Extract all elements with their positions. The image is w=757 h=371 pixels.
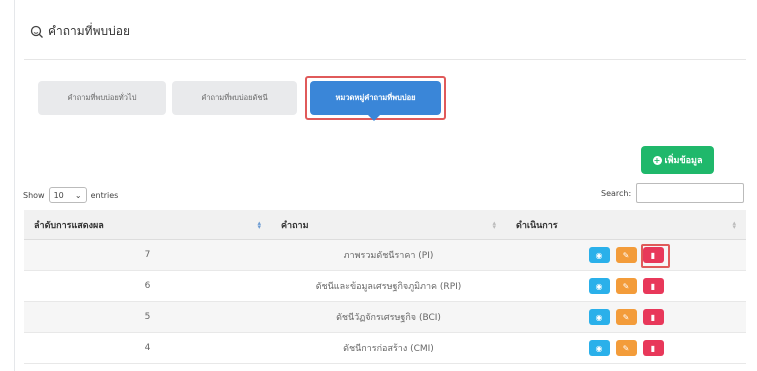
order-cell: 4 [144, 343, 151, 353]
table-row: 4 ดัชนีการก่อสร้าง (CMI) ◉ ✎ ▮ [24, 333, 746, 364]
view-button[interactable]: ◉ [588, 309, 610, 325]
order-cell: 6 [144, 281, 151, 291]
header-divider [24, 59, 746, 60]
sort-icon: ▴ ▾ [492, 219, 496, 231]
order-cell: 7 [144, 250, 151, 260]
question-cell: ดัชนีวัฏจักรเศรษฐกิจ (BCI) [336, 313, 441, 323]
view-button[interactable]: ◉ [588, 247, 610, 263]
trash-icon: ▮ [650, 312, 656, 322]
delete-button-highlight [641, 244, 670, 268]
edit-icon: ✎ [622, 312, 630, 322]
add-data-label: เพิ่มข้อมูล [664, 156, 703, 166]
column-header-question[interactable]: คำถาม ▴ ▾ [271, 210, 506, 239]
table-header: ลำดับการแสดงผล ▴ ▾ คำถาม ▴ ▾ ดำเนินการ ▴ ▾ [24, 210, 746, 240]
active-tab-highlight [305, 76, 446, 120]
entries-select[interactable]: 10 ⌄ [48, 187, 87, 203]
order-cell: 5 [144, 312, 151, 322]
sort-icon: ▴ ▾ [732, 219, 736, 231]
delete-button[interactable]: ▮ [642, 278, 664, 294]
edit-button[interactable]: ✎ [615, 309, 637, 325]
table-row: 7 ภาพรวมดัชนีราคา (PI) ◉ ✎ ▮ [24, 240, 746, 271]
sort-desc-icon: ▴ ▾ [257, 219, 261, 231]
eye-icon: ◉ [595, 343, 603, 353]
view-button[interactable]: ◉ [588, 278, 610, 294]
edit-button[interactable]: ✎ [615, 247, 637, 263]
trash-icon: ▮ [650, 343, 656, 353]
plus-circle-icon: + [652, 155, 662, 165]
column-header-actions[interactable]: ดำเนินการ ▴ ▾ [506, 210, 746, 239]
actions-cell: ◉ ✎ ▮ [506, 333, 746, 363]
eye-icon: ◉ [595, 312, 603, 322]
page-title: คำถามที่พบบ่อย [48, 24, 130, 38]
page-header: คำถามที่พบบ่อย [30, 22, 130, 41]
question-cell: ดัชนีและข้อมูลเศรษฐกิจภูมิภาค (RPI) [315, 282, 462, 292]
active-tab-caret [368, 115, 380, 121]
question-cell: ดัชนีการก่อสร้าง (CMI) [343, 344, 434, 354]
actions-cell: ◉ ✎ ▮ [506, 302, 746, 332]
question-cell: ภาพรวมดัชนีราคา (PI) [343, 251, 434, 261]
tab-general-faq[interactable]: คำถามที่พบบ่อยทั่วไป [38, 81, 166, 115]
search-input[interactable] [636, 183, 745, 203]
tab-index-faq[interactable]: คำถามที่พบบ่อยดัชนี [172, 81, 297, 115]
edit-icon: ✎ [622, 250, 630, 260]
search-label: Search: [601, 188, 632, 198]
eye-icon: ◉ [595, 281, 603, 291]
edit-icon: ✎ [622, 343, 630, 353]
faq-table: ลำดับการแสดงผล ▴ ▾ คำถาม ▴ ▾ ดำเนินการ ▴ ▾ … [24, 210, 746, 364]
eye-icon: ◉ [595, 250, 603, 260]
chevron-down-icon: ⌄ [74, 190, 82, 200]
edit-icon: ✎ [622, 281, 630, 291]
view-button[interactable]: ◉ [588, 340, 610, 356]
length-prefix: Show [23, 190, 45, 200]
edit-button[interactable]: ✎ [615, 340, 637, 356]
search-box: Search: [601, 183, 745, 203]
entries-value: 10 [53, 190, 64, 200]
chat-icon [30, 25, 43, 38]
actions-cell: ◉ ✎ ▮ [506, 271, 746, 301]
delete-button[interactable]: ▮ [642, 340, 664, 356]
column-header-order[interactable]: ลำดับการแสดงผล ▴ ▾ [24, 210, 271, 239]
actions-cell: ◉ ✎ ▮ [506, 240, 746, 270]
delete-button[interactable]: ▮ [642, 309, 664, 325]
edit-button[interactable]: ✎ [615, 278, 637, 294]
table-row: 5 ดัชนีวัฏจักรเศรษฐกิจ (BCI) ◉ ✎ ▮ [24, 302, 746, 333]
card-border [14, 0, 15, 371]
table-row: 6 ดัชนีและข้อมูลเศรษฐกิจภูมิภาค (RPI) ◉ … [24, 271, 746, 302]
add-data-button[interactable]: + เพิ่มข้อมูล [641, 146, 714, 174]
trash-icon: ▮ [650, 281, 656, 291]
length-suffix: entries [90, 190, 119, 200]
entries-length-menu: Show 10 ⌄ entries [23, 187, 118, 203]
